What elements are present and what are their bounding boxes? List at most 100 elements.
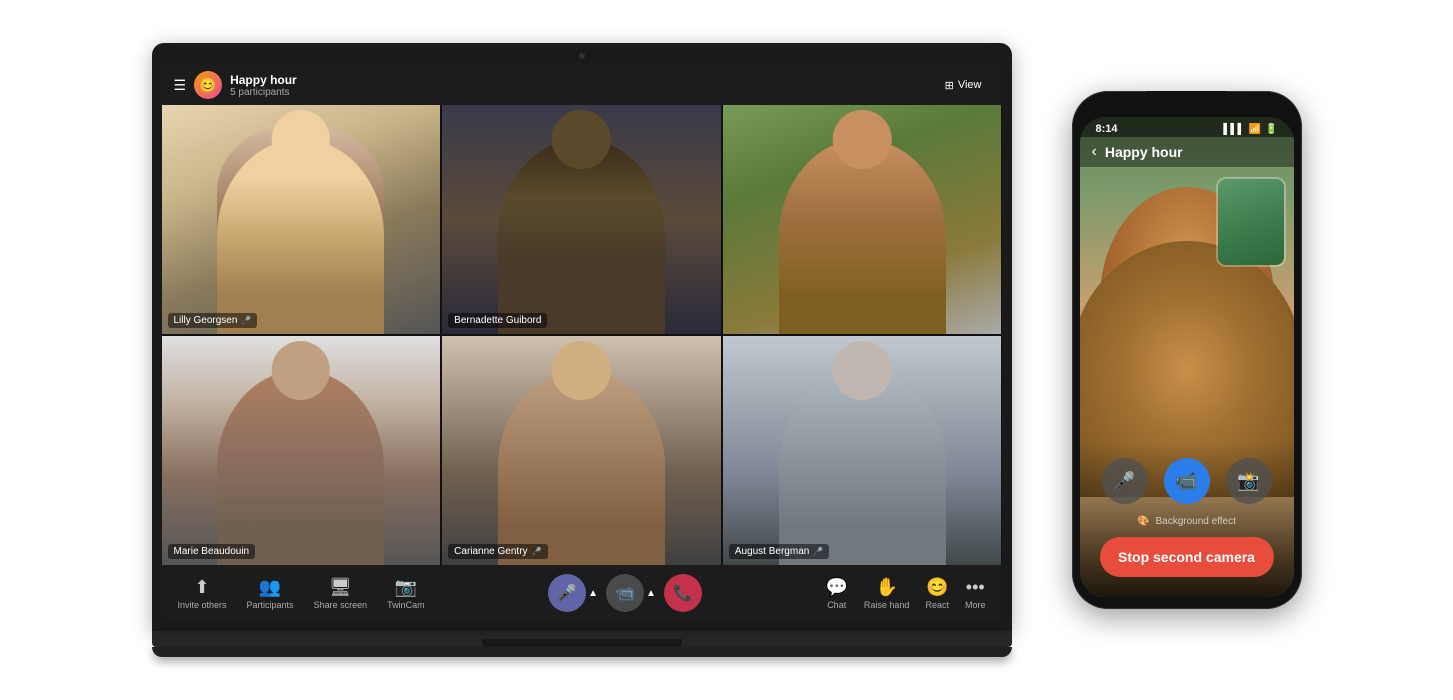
label-marie: Marie Beaudouin (168, 544, 256, 559)
phone-controls: 🎤 📹 📸 🎨 Background effect Stop sec (1080, 442, 1294, 597)
more-icon: ••• (966, 577, 985, 598)
figure-bernadette (498, 139, 665, 334)
menu-icon[interactable]: ☰ (174, 77, 187, 94)
head-carianne (552, 341, 611, 400)
label-lilly: Lilly Georgsen 🎤 (168, 313, 258, 328)
phone: 8:14 ▌▌▌ 📶 🔋 ‹ Happy hour (1072, 91, 1302, 609)
toolbar-right: 💬 Chat ✋ Raise hand 😊 React ••• (825, 577, 985, 610)
raise-hand-label: Raise hand (864, 600, 910, 610)
phone-cam-icon: 📹 (1175, 471, 1197, 492)
view-grid-icon: ⊞ (945, 79, 954, 92)
cam-chevron[interactable]: ▲ (646, 588, 656, 599)
signal-icon: ▌▌▌ (1223, 124, 1244, 135)
bg-effect-icon: 🎨 (1137, 516, 1149, 527)
more-label: More (965, 600, 986, 610)
header-right: ⊞ View (937, 76, 990, 95)
video-cell-bernadette: Bernadette Guibord (442, 105, 721, 334)
phone-body: 8:14 ▌▌▌ 📶 🔋 ‹ Happy hour (1072, 91, 1302, 609)
participant-name-august: August Bergman (735, 546, 810, 557)
mic-group: 🎤 ▲ (548, 574, 598, 612)
phone-cam-button[interactable]: 📹 (1164, 458, 1210, 504)
person-bernadette (442, 105, 721, 334)
head-bernadette (552, 110, 611, 169)
laptop-hinge (482, 639, 682, 647)
head-dog (833, 110, 892, 169)
participants-btn[interactable]: 👥 Participants (247, 577, 294, 610)
react-label: React (925, 600, 949, 610)
mic-icon-carianne: 🎤 (532, 547, 542, 556)
figure-carianne (498, 370, 665, 565)
mic-chevron[interactable]: ▲ (588, 588, 598, 599)
laptop-stand (152, 647, 1012, 657)
participant-name-bernadette: Bernadette Guibord (454, 315, 541, 326)
chat-icon: 💬 (825, 577, 847, 598)
participants-icon: 👥 (259, 577, 281, 598)
invite-btn[interactable]: ⬆ Invite others (178, 577, 227, 610)
video-cell-marie: Marie Beaudouin (162, 336, 441, 565)
teams-toolbar: ⬆ Invite others 👥 Participants 🖥 Share s… (162, 565, 1002, 621)
laptop: ☰ 😊 Happy hour 5 participants ⊞ View (152, 43, 1012, 657)
twincam-label: TwinCam (387, 600, 425, 610)
phone-thumb-bg (1218, 179, 1284, 265)
toolbar-left: ⬆ Invite others 👥 Participants 🖥 Share s… (178, 577, 425, 610)
laptop-body: ☰ 😊 Happy hour 5 participants ⊞ View (152, 43, 1012, 631)
share-btn[interactable]: 🖥 Share screen (314, 577, 368, 610)
label-bernadette: Bernadette Guibord (448, 313, 547, 328)
video-cell-carianne: Carianne Gentry 🎤 (442, 336, 721, 565)
stop-second-camera-button[interactable]: Stop second camera (1100, 537, 1274, 577)
person-august (723, 336, 1002, 565)
meeting-avatar: 😊 (194, 71, 222, 99)
meeting-info: Happy hour 5 participants (230, 73, 297, 98)
phone-screen: 8:14 ▌▌▌ 📶 🔋 ‹ Happy hour (1080, 117, 1294, 597)
participants-count: 5 participants (230, 87, 297, 98)
phone-thumbnail (1216, 177, 1286, 267)
phone-mic-icon: 🎤 (1113, 471, 1135, 492)
figure-dog (779, 139, 946, 334)
phone-meeting-title: Happy hour (1105, 144, 1183, 160)
phone-bg-effect-row: 🎨 Background effect (1100, 516, 1274, 527)
toolbar-center: 🎤 ▲ 📹 ▲ 📞 (548, 574, 702, 612)
battery-icon: 🔋 (1265, 124, 1277, 135)
raise-hand-btn[interactable]: ✋ Raise hand (864, 577, 910, 610)
figure-marie (217, 370, 384, 565)
cam-group: 📹 ▲ (606, 574, 656, 612)
mic-icon-august: 🎤 (813, 547, 823, 556)
phone-mic-button[interactable]: 🎤 (1102, 458, 1148, 504)
meeting-title: Happy hour (230, 73, 297, 87)
react-icon: 😊 (926, 577, 948, 598)
label-carianne: Carianne Gentry 🎤 (448, 544, 547, 559)
chat-btn[interactable]: 💬 Chat (825, 577, 847, 610)
end-call-button[interactable]: 📞 (664, 574, 702, 612)
status-time: 8:14 (1096, 123, 1118, 135)
bg-effect-label: Background effect (1156, 516, 1236, 527)
phone-notch (1147, 91, 1227, 113)
figure-august (779, 370, 946, 565)
phone-status-bar: 8:14 ▌▌▌ 📶 🔋 (1080, 117, 1294, 137)
phone-cam-switch-button[interactable]: 📸 (1226, 458, 1272, 504)
mic-button[interactable]: 🎤 (548, 574, 586, 612)
react-btn[interactable]: 😊 React (925, 577, 949, 610)
head-marie (272, 341, 331, 400)
person-lilly (162, 105, 441, 334)
phone-action-row: 🎤 📹 📸 (1100, 458, 1274, 504)
participant-name: Lilly Georgsen (174, 315, 238, 326)
participants-label: Participants (247, 600, 294, 610)
cam-button[interactable]: 📹 (606, 574, 644, 612)
video-cell-lilly: Lilly Georgsen 🎤 (162, 105, 441, 334)
chat-label: Chat (827, 600, 846, 610)
invite-icon: ⬆ (194, 577, 209, 598)
twincam-btn[interactable]: 📷 TwinCam (387, 577, 425, 610)
view-button[interactable]: ⊞ View (937, 76, 990, 95)
back-icon[interactable]: ‹ (1092, 143, 1097, 161)
invite-label: Invite others (178, 600, 227, 610)
share-label: Share screen (314, 600, 368, 610)
twincam-icon: 📷 (395, 577, 417, 598)
person-carianne (442, 336, 721, 565)
more-btn[interactable]: ••• More (965, 577, 986, 610)
head-lilly (272, 110, 331, 169)
person-dog (723, 105, 1002, 334)
laptop-camera (579, 53, 585, 59)
view-label: View (958, 79, 982, 91)
participant-name-carianne: Carianne Gentry (454, 546, 527, 557)
person-marie (162, 336, 441, 565)
